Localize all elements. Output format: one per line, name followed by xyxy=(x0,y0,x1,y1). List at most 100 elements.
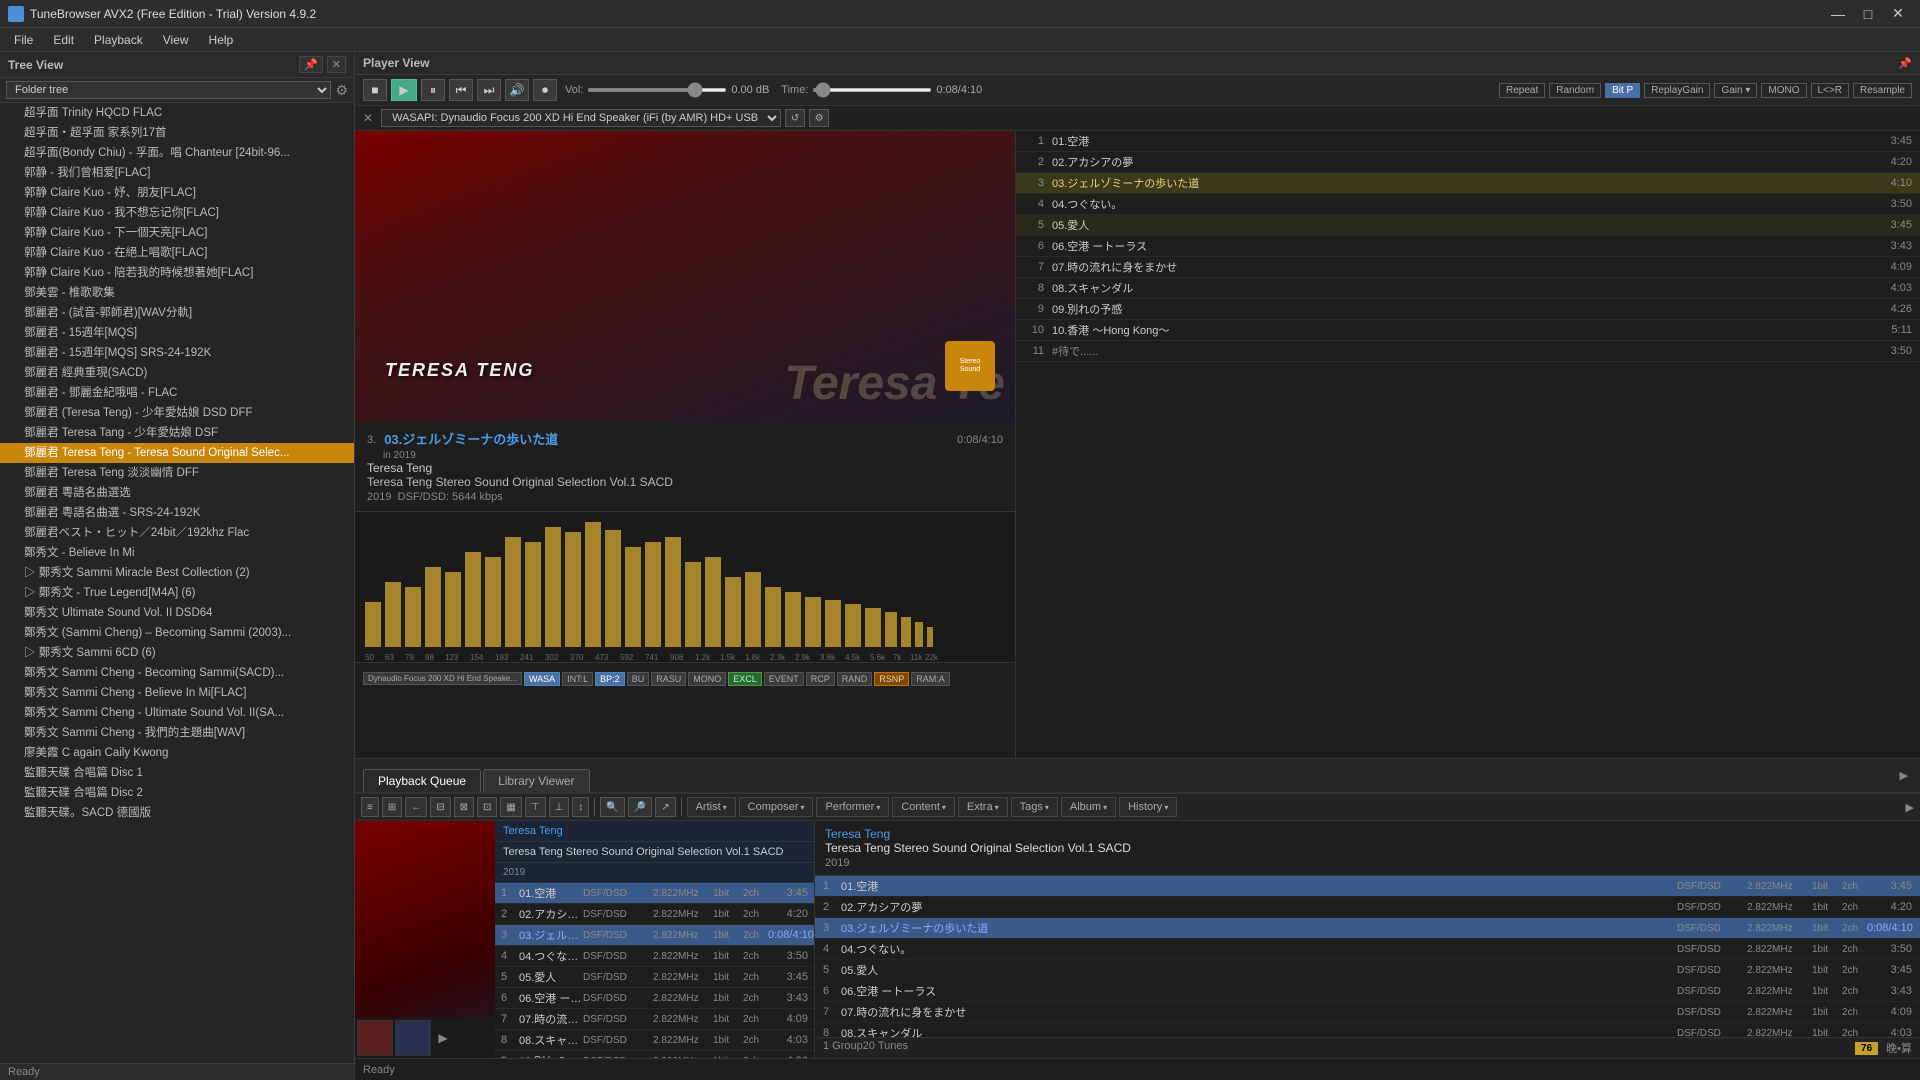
gain-button[interactable]: Gain ▾ xyxy=(1714,83,1757,98)
device-close-icon[interactable]: ✕ xyxy=(363,111,373,125)
filter-content[interactable]: Content ▾ xyxy=(892,797,955,817)
tracklist-panel[interactable]: 1 01.空港 3:45 2 02.アカシアの夢 4:20 3 03.ジェルゾミ… xyxy=(1015,131,1920,758)
tab-library-viewer[interactable]: Library Viewer xyxy=(483,769,589,792)
queue-track[interactable]: 9 09.別れの予感 DSF/DSD 2.822MHz 1bit 2ch 4:2… xyxy=(495,1051,814,1058)
tree-item[interactable]: 鄧麗君 - 15週年[MQS] xyxy=(0,323,354,343)
tree-item[interactable]: 鄧麗君 Teresa Teng 淡淡幽情 DFF xyxy=(0,463,354,483)
queue-scroll-right[interactable]: ▶ xyxy=(433,1020,453,1056)
lib-track[interactable]: 6 06.空港 ートーラス DSF/DSD 2.822MHz 1bit 2ch … xyxy=(815,981,1920,1002)
tree-item[interactable]: 鄧美雲 - 椎歌歌集 xyxy=(0,283,354,303)
toolbar-back-button[interactable]: ← xyxy=(405,797,427,817)
resample-button[interactable]: Resample xyxy=(1853,83,1912,98)
tree-item[interactable]: 鄧麗君 - 鄧麗金紀哦唱 - FLAC xyxy=(0,383,354,403)
toolbar-zoom-button[interactable]: 🔎 xyxy=(628,797,652,817)
toolbar-add-button[interactable]: ⊠ xyxy=(454,797,474,817)
tree-item[interactable]: 超孚面(Bondy Chiu) - 孚面。唱 Chanteur [24bit-9… xyxy=(0,143,354,163)
queue-track[interactable]: 4 04.つぐない。 DSF/DSD 2.822MHz 1bit 2ch 3:5… xyxy=(495,946,814,967)
tree-close-button[interactable]: ✕ xyxy=(327,56,346,73)
menu-file[interactable]: File xyxy=(4,31,43,49)
stop-button[interactable]: ■ xyxy=(363,79,387,101)
prev-button[interactable]: ⏮ xyxy=(449,79,473,101)
mono-button[interactable]: MONO xyxy=(1761,83,1806,98)
replaygain-button[interactable]: ReplayGain xyxy=(1644,83,1710,98)
menu-help[interactable]: Help xyxy=(199,31,244,49)
bitp-button[interactable]: Bit P xyxy=(1605,83,1640,98)
track-row[interactable]: 10 10.香港 ～Hong Kong～ 5:11 xyxy=(1016,320,1920,341)
tree-item[interactable]: 鄧麗君 - (試音-郭師君)[WAV分軌] xyxy=(0,303,354,323)
tree-item[interactable]: 鄭秀文 Sammi Cheng - Ultimate Sound Vol. II… xyxy=(0,703,354,723)
queue-track[interactable]: 7 07.時の流れに身をまかせ DSF/DSD 2.822MHz 1bit 2c… xyxy=(495,1009,814,1030)
tree-item[interactable]: 超孚面・超孚面 家系列17首 xyxy=(0,123,354,143)
tree-item[interactable]: 鄭秀文 - Believe In Mi xyxy=(0,543,354,563)
toolbar-search-button[interactable]: 🔍 xyxy=(600,797,624,817)
minimize-button[interactable]: — xyxy=(1824,0,1852,28)
track-row[interactable]: 4 04.つぐない。 3:50 xyxy=(1016,194,1920,215)
filter-composer[interactable]: Composer ▾ xyxy=(739,797,814,817)
lib-tracks[interactable]: 1 01.空港 DSF/DSD 2.822MHz 1bit 2ch 3:45 2… xyxy=(815,876,1920,1037)
menu-edit[interactable]: Edit xyxy=(43,31,84,49)
tree-item[interactable]: 廖美霞 C again Caily Kwong xyxy=(0,743,354,763)
tree-content[interactable]: 超孚面 Trinity HQCD FLAC 超孚面・超孚面 家系列17首 超孚面… xyxy=(0,103,354,1063)
tree-settings-icon[interactable]: ⚙ xyxy=(335,82,348,99)
toolbar-sort-button[interactable]: ↕ xyxy=(572,797,589,817)
tree-item[interactable]: ▷ 鄭秀文 - True Legend[M4A] (6) xyxy=(0,583,354,603)
lib-track[interactable]: 4 04.つぐない。 DSF/DSD 2.822MHz 1bit 2ch 3:5… xyxy=(815,939,1920,960)
tree-item-selected[interactable]: 鄧麗君 Teresa Teng - Teresa Sound Original … xyxy=(0,443,354,463)
record-button[interactable]: ⏺ xyxy=(533,79,557,101)
queue-track[interactable]: 6 06.空港 ートーラス DSF/DSD 2.822MHz 1bit 2ch … xyxy=(495,988,814,1009)
toolbar-top-button[interactable]: ⊤ xyxy=(525,797,546,817)
lr-button[interactable]: L<>R xyxy=(1811,83,1849,98)
tree-item[interactable]: 監聽天碟。SACD 德國版 xyxy=(0,803,354,823)
filter-tags[interactable]: Tags ▾ xyxy=(1011,797,1058,817)
tree-item[interactable]: 鄭秀文 Sammi Cheng - 我們的主題曲[WAV] xyxy=(0,723,354,743)
lib-track[interactable]: 2 02.アカシアの夢 DSF/DSD 2.822MHz 1bit 2ch 4:… xyxy=(815,897,1920,918)
play-button[interactable]: ▶ xyxy=(391,79,417,101)
maximize-button[interactable]: □ xyxy=(1854,0,1882,28)
random-button[interactable]: Random xyxy=(1549,83,1601,98)
toolbar-grid-button[interactable]: ⊞ xyxy=(382,797,402,817)
tree-item[interactable]: 鄧麗君 (Teresa Teng) - 少年愛姑娘 DSD DFF xyxy=(0,403,354,423)
tree-item[interactable]: 鄧麗君 Teresa Tang - 少年愛姑娘 DSF xyxy=(0,423,354,443)
lib-track[interactable]: 5 05.愛人 DSF/DSD 2.822MHz 1bit 2ch 3:45 xyxy=(815,960,1920,981)
lib-track[interactable]: 8 08.スキャンダル DSF/DSD 2.822MHz 1bit 2ch 4:… xyxy=(815,1023,1920,1037)
repeat-button[interactable]: Repeat xyxy=(1499,83,1545,98)
tree-item[interactable]: 鄧麗君 經典重現(SACD) xyxy=(0,363,354,383)
filter-album[interactable]: Album ▾ xyxy=(1061,797,1116,817)
queue-track[interactable]: 1 01.空港 DSF/DSD 2.822MHz 1bit 2ch 3:45 xyxy=(495,883,814,904)
tree-item[interactable]: 鄭秀文 Sammi Cheng - Believe In Mi[FLAC] xyxy=(0,683,354,703)
tab-playback-queue[interactable]: Playback Queue xyxy=(363,769,481,792)
filter-extra[interactable]: Extra ▾ xyxy=(958,797,1008,817)
filter-artist[interactable]: Artist ▾ xyxy=(687,797,736,817)
toolbar-link-button[interactable]: ↗ xyxy=(655,797,675,817)
track-row[interactable]: 2 02.アカシアの夢 4:20 xyxy=(1016,152,1920,173)
scroll-right-icon[interactable]: ▶ xyxy=(1896,769,1912,782)
track-row[interactable]: 7 07.時の流れに身をまかせ 4:09 xyxy=(1016,257,1920,278)
tree-item[interactable]: 鄧麗君 - 15週年[MQS] SRS-24-192K xyxy=(0,343,354,363)
track-row-current[interactable]: 3 03.ジェルゾミーナの歩いた道 4:10 xyxy=(1016,173,1920,194)
tree-item[interactable]: 郭静 Claire Kuo - 陪若我的時候想著她[FLAC] xyxy=(0,263,354,283)
track-row[interactable]: 5 05.愛人 3:45 xyxy=(1016,215,1920,236)
tree-item[interactable]: 郭静 Claire Kuo - 我不想忘记你[FLAC] xyxy=(0,203,354,223)
close-button[interactable]: ✕ xyxy=(1884,0,1912,28)
pause-button[interactable]: ⏸ xyxy=(421,79,445,101)
tree-item[interactable]: ▷ 鄭秀文 Sammi 6CD (6) xyxy=(0,643,354,663)
tree-item[interactable]: 郭静 - 我们曾相爱[FLAC] xyxy=(0,163,354,183)
lib-track-current[interactable]: 3 03.ジェルゾミーナの歩いた道 DSF/DSD 2.822MHz 1bit … xyxy=(815,918,1920,939)
tree-item[interactable]: 監聽天碟 合唱篇 Disc 2 xyxy=(0,783,354,803)
tree-item[interactable]: 鄭秀文 Sammi Cheng - Becoming Sammi(SACD)..… xyxy=(0,663,354,683)
filter-performer[interactable]: Performer ▾ xyxy=(816,797,889,817)
tree-item[interactable]: 鄧麗君 粵語名曲選 - SRS-24-192K xyxy=(0,503,354,523)
tree-item[interactable]: 鄧麗君ベスト・ヒット／24bit／192khz Flac xyxy=(0,523,354,543)
tree-item[interactable]: 超孚面 Trinity HQCD FLAC xyxy=(0,103,354,123)
track-row[interactable]: 9 09.別れの予感 4:26 xyxy=(1016,299,1920,320)
tree-item[interactable]: 郭静 Claire Kuo - 在絕上唱歌[FLAC] xyxy=(0,243,354,263)
queue-track-list[interactable]: Teresa Teng Teresa Teng Stereo Sound Ori… xyxy=(495,821,814,1058)
menu-view[interactable]: View xyxy=(153,31,199,49)
lib-track[interactable]: 1 01.空港 DSF/DSD 2.822MHz 1bit 2ch 3:45 xyxy=(815,876,1920,897)
track-row[interactable]: 6 06.空港 ートーラス 3:43 xyxy=(1016,236,1920,257)
track-row[interactable]: 11 #待で...... 3:50 xyxy=(1016,341,1920,362)
tree-item[interactable]: 鄧麗君 粵語名曲選选 xyxy=(0,483,354,503)
tree-item[interactable]: 郭静 Claire Kuo - 下一個天亮[FLAC] xyxy=(0,223,354,243)
toolbar-box-button[interactable]: ⊡ xyxy=(477,797,497,817)
tree-item[interactable]: ▷ 鄭秀文 Sammi Miracle Best Collection (2) xyxy=(0,563,354,583)
